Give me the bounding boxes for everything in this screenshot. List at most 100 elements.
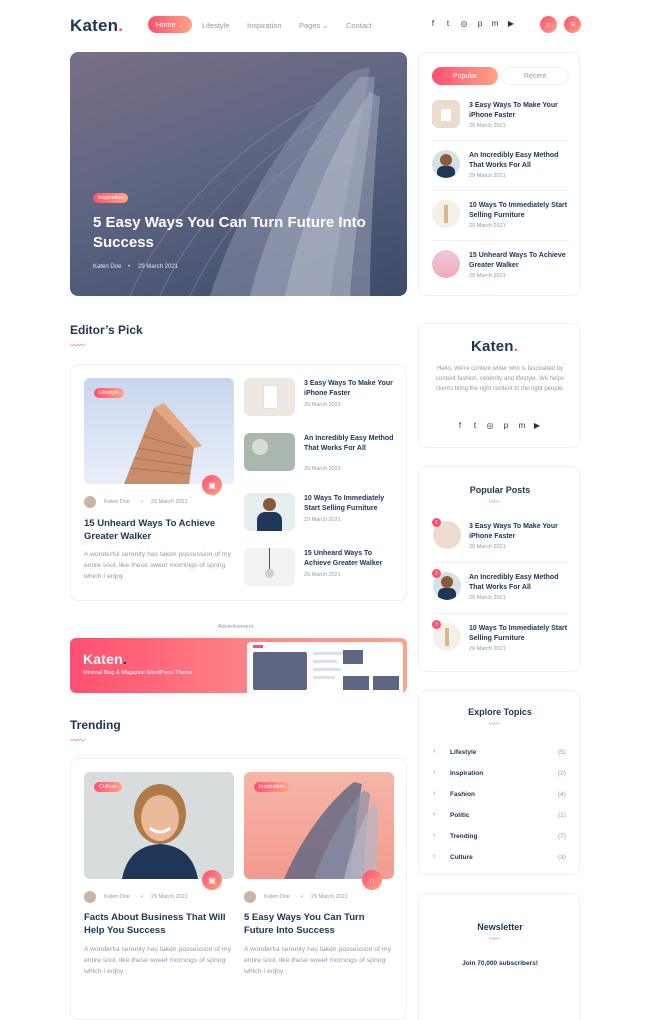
topic-fashion[interactable]: Fashion	[450, 791, 475, 798]
widget-title: Popular Posts	[469, 485, 531, 495]
post-excerpt: A wonderful serenity has taken possessio…	[84, 946, 231, 975]
post-title[interactable]: 10 Ways To Immediately Start Selling Fur…	[469, 201, 569, 220]
post-thumbnail[interactable]	[244, 378, 295, 416]
post-title[interactable]: 3 Easy Ways To Make Your iPhone Faster	[469, 101, 569, 120]
hero-title[interactable]: 5 Easy Ways You Can Turn Future Into Suc…	[93, 213, 393, 253]
editors-pick-card: Lifestyle ▣ Katen Doe • 29 March 2021 15…	[70, 364, 407, 601]
divider	[432, 140, 569, 141]
post-image[interactable]: Culture	[84, 772, 234, 879]
headphones-icon: ∩	[369, 875, 375, 885]
author-name[interactable]: Katen Doe	[104, 894, 130, 900]
topic-lifestyle[interactable]: Lifestyle	[450, 749, 476, 756]
instagram-icon[interactable]: ◎	[485, 421, 495, 430]
image-icon: ▣	[208, 480, 216, 490]
post-title[interactable]: 3 Easy Ways To Make Your iPhone Faster	[304, 379, 394, 398]
nav-contact[interactable]: Contact	[346, 21, 372, 30]
nav-inspiration[interactable]: Inspiration	[247, 21, 282, 30]
post-thumbnail[interactable]	[244, 548, 295, 586]
newsletter-subtitle: Join 70,000 subscribers!	[462, 960, 538, 967]
hero-card[interactable]: Inspiration 5 Easy Ways You Can Turn Fut…	[70, 52, 407, 296]
facebook-icon[interactable]: f	[428, 19, 438, 28]
post-title[interactable]: 10 Ways To Immediately Start Selling Fur…	[304, 494, 394, 513]
topic-count: (7)	[558, 833, 566, 840]
tab-popular[interactable]: Popular	[432, 67, 498, 85]
post-date: 29 March 2021	[304, 572, 341, 578]
medium-icon[interactable]: m	[490, 19, 500, 28]
trending-card: Culture ▣ Katen Doe • 29 March 2021 Fact…	[70, 758, 407, 1020]
pinterest-icon[interactable]: p	[475, 19, 485, 28]
post-thumbnail[interactable]	[244, 433, 295, 471]
menu-button[interactable]: ≡	[564, 16, 581, 33]
twitter-icon[interactable]: t	[470, 421, 480, 430]
topic-count: (2)	[558, 770, 566, 777]
explore-topics-widget: Explore Topics 〰〰 › Lifestyle (5) › Insp…	[418, 690, 580, 875]
image-format-button[interactable]: ▣	[202, 475, 222, 495]
post-thumbnail[interactable]	[432, 150, 460, 178]
post-thumbnail[interactable]	[432, 100, 460, 128]
post-image[interactable]: Inspiration	[244, 772, 394, 879]
ad-banner[interactable]: Katen. Minimal Blog & Magazine WordPress…	[70, 638, 407, 693]
post-title[interactable]: 3 Easy Ways To Make Your iPhone Faster	[469, 522, 569, 541]
chevron-right-icon: ›	[433, 769, 436, 776]
youtube-icon[interactable]: ▶	[532, 421, 542, 430]
nav-home[interactable]: Home ⌄	[148, 16, 192, 33]
nav-pages[interactable]: Pages ⌄	[299, 21, 329, 30]
ad-tagline: Minimal Blog & Magazine WordPress Theme	[83, 670, 193, 676]
rank-badge: 2	[432, 569, 441, 578]
logo-text: Katen	[471, 338, 514, 355]
rank-badge: 3	[432, 620, 441, 629]
post-thumbnail[interactable]	[432, 200, 460, 228]
topic-culture[interactable]: Culture	[450, 854, 473, 861]
youtube-icon[interactable]: ▶	[506, 19, 516, 28]
about-logo: Katen.	[471, 338, 518, 355]
chevron-right-icon: ›	[433, 790, 436, 797]
post-title[interactable]: 15 Unheard Ways To Achieve Greater Walke…	[304, 549, 394, 568]
image-format-button[interactable]: ▣	[202, 870, 222, 890]
audio-format-button[interactable]: ∩	[362, 870, 382, 890]
tab-recent[interactable]: Recent	[501, 67, 569, 85]
category-badge[interactable]: Culture	[94, 782, 122, 792]
hero-building-image	[129, 67, 380, 296]
featured-title[interactable]: 15 Unheard Ways To Achieve Greater Walke…	[84, 517, 234, 543]
medium-icon[interactable]: m	[517, 421, 527, 430]
facebook-icon[interactable]: f	[455, 421, 465, 430]
post-title[interactable]: An Incredibly Easy Method That Works For…	[469, 573, 569, 592]
post-title[interactable]: 10 Ways To Immediately Start Selling Fur…	[469, 624, 569, 643]
pinterest-icon[interactable]: p	[501, 421, 511, 430]
nav-lifestyle[interactable]: Lifestyle	[202, 21, 230, 30]
hero-author[interactable]: Katen Doe	[93, 264, 121, 270]
image-icon: ▣	[208, 875, 216, 885]
topic-trending[interactable]: Trending	[450, 833, 477, 840]
search-button[interactable]: ⌕	[540, 16, 557, 33]
author-avatar[interactable]	[244, 891, 256, 903]
post-title[interactable]: Facts About Business That Will Help You …	[84, 911, 236, 937]
featured-image[interactable]: Lifestyle	[84, 378, 234, 484]
author-avatar[interactable]	[84, 496, 96, 508]
chevron-right-icon: ›	[433, 832, 436, 839]
site-logo[interactable]: Katen.	[70, 16, 123, 36]
post-thumbnail[interactable]	[432, 250, 460, 278]
section-title-editors-pick: Editor’s Pick	[70, 323, 143, 337]
post-title[interactable]: An Incredibly Easy Method That Works For…	[304, 434, 394, 453]
logo-dot: .	[122, 651, 127, 667]
post-title[interactable]: 5 Easy Ways You Can Turn Future Into Suc…	[244, 911, 396, 937]
author-name[interactable]: Katen Doe	[104, 499, 130, 505]
author-name[interactable]: Katen Doe	[264, 894, 290, 900]
hamburger-icon: ≡	[570, 20, 575, 29]
instagram-icon[interactable]: ◎	[459, 19, 469, 28]
popular-posts-widget: Popular Posts 〰〰 1 3 Easy Ways To Make Y…	[418, 466, 580, 672]
category-badge[interactable]: Inspiration	[93, 193, 129, 203]
section-title-trending: Trending	[70, 718, 121, 732]
topic-count: (3)	[558, 854, 566, 861]
post-title[interactable]: An Incredibly Easy Method That Works For…	[469, 151, 569, 170]
twitter-icon[interactable]: t	[443, 19, 453, 28]
topic-inspiration[interactable]: Inspiration	[450, 770, 483, 777]
post-date: 29 March 2021	[469, 223, 506, 229]
post-thumbnail[interactable]	[244, 493, 295, 531]
author-avatar[interactable]	[84, 891, 96, 903]
post-title[interactable]: 15 Unheard Ways To Achieve Greater Walke…	[469, 251, 569, 270]
post-date: 29 March 2021	[469, 273, 506, 279]
category-badge[interactable]: Lifestyle	[94, 388, 125, 398]
topic-politic[interactable]: Politic	[450, 812, 470, 819]
category-badge[interactable]: Inspiration	[254, 782, 290, 792]
